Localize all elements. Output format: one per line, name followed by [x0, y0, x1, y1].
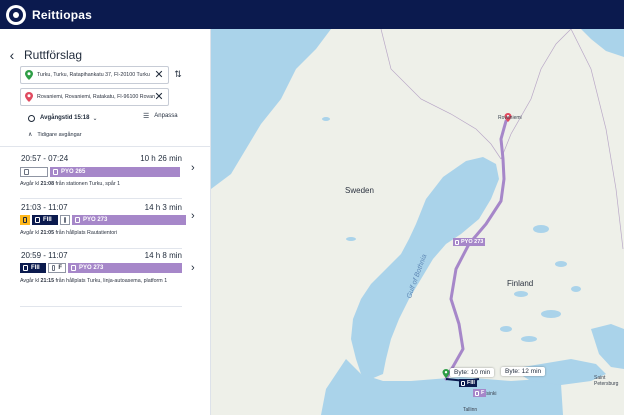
leg-bus: PYO 273 — [72, 215, 186, 225]
transfer-bubble-2[interactable]: Byte: 12 min — [501, 367, 546, 376]
route-details-chevron-icon[interactable]: › — [191, 162, 195, 174]
map-label-finland: Finland — [507, 279, 534, 288]
chevron-up-icon: ∧ — [28, 132, 33, 138]
to-field[interactable]: Rovaniemi, Rovaniemi, Ratakatu, FI-96100… — [20, 88, 169, 106]
leg-bus: PYO 265 — [50, 167, 180, 177]
transfer-bubble-1[interactable]: Byte: 10 min — [450, 368, 495, 377]
route-departure-info: Avgår kl 21:08 från stationen Turku, spå… — [20, 181, 121, 187]
clear-to-button[interactable]: ✕ — [153, 91, 165, 103]
chevron-down-icon[interactable]: ⌄ — [92, 115, 97, 122]
bus-icon — [24, 169, 29, 175]
leg-walk — [60, 215, 70, 225]
clear-from-button[interactable]: ✕ — [153, 69, 165, 81]
route-duration: 14 h 3 min — [144, 203, 182, 212]
bus-icon — [475, 390, 479, 396]
map-label-saint-petersburg: Saint Petersburg — [594, 375, 619, 387]
adjust-button[interactable]: ☰ Anpassa — [143, 112, 178, 120]
route-duration: 14 h 8 min — [144, 251, 182, 260]
destination-pin-icon — [25, 92, 33, 102]
leg-train: FIII — [20, 263, 46, 273]
leg-train: FIII — [32, 215, 58, 225]
earlier-departures-label: Tidigare avgångar — [37, 131, 82, 138]
leg-walk — [20, 167, 48, 177]
leg-walk: F — [48, 263, 66, 273]
route-departure-info: Avgår kl 21:15 från hållplats Turku, lin… — [20, 278, 168, 284]
map-train-label[interactable]: FIII — [459, 379, 477, 387]
top-bar: Reittiopas — [0, 0, 624, 29]
map-label-sweden: Sweden — [345, 186, 374, 195]
train-icon — [461, 380, 465, 386]
route-details-chevron-icon[interactable]: › — [191, 210, 195, 222]
route-times: 21:03 - 11:07 — [21, 203, 68, 212]
swap-direction-icon[interactable]: ⇅ — [172, 69, 184, 83]
bus-icon — [23, 217, 27, 223]
route-sidebar: ‹ Ruttförslag Turku, Turku, Ratapihankat… — [0, 29, 211, 415]
route-times: 20:57 - 07:24 — [21, 154, 69, 163]
route-legs: FIII PYO 273 — [20, 215, 188, 225]
matkahuolto-logo-icon[interactable] — [6, 4, 26, 25]
back-button[interactable]: ‹ — [6, 47, 18, 63]
route-duration: 10 h 26 min — [140, 154, 182, 163]
app-title[interactable]: Reittiopas — [32, 8, 92, 22]
route-legs: FIII F PYO 273 — [20, 263, 184, 273]
route-option-3[interactable]: 20:59 - 11:07 14 h 8 min FIII F PYO 273 … — [0, 249, 210, 307]
leg-bus: PYO 273 — [68, 263, 182, 273]
from-field[interactable]: Turku, Turku, Ratapihankatu 37, FI-20100… — [20, 66, 169, 84]
map-canvas[interactable] — [211, 29, 624, 415]
header-row: ‹ Ruttförslag — [6, 46, 82, 64]
map-walk-label[interactable]: F — [473, 389, 487, 397]
adjust-label: Anpassa — [154, 113, 178, 119]
map-view[interactable]: Rovaniemi Sweden Finland Gulf of Bothnia… — [211, 29, 624, 415]
map-label-rovaniemi: Rovaniemi — [498, 115, 522, 121]
origin-pin-icon — [25, 70, 33, 80]
sliders-icon: ☰ — [143, 113, 150, 120]
options-row: Avgångstid 15:18 ⌄ ☰ Anpassa — [28, 112, 188, 124]
map-bus-label[interactable]: PYO 273 — [453, 238, 486, 246]
route-divider — [20, 306, 182, 307]
bus-icon — [52, 265, 56, 271]
to-value[interactable]: Rovaniemi, Rovaniemi, Ratakatu, FI-96100… — [37, 94, 155, 100]
route-times: 20:59 - 11:07 — [21, 251, 68, 260]
route-option-1[interactable]: 20:57 - 07:24 10 h 26 min PYO 265 Avgår … — [0, 147, 210, 199]
clock-icon — [28, 114, 35, 122]
bus-icon — [71, 265, 76, 271]
route-details-chevron-icon[interactable]: › — [191, 262, 195, 274]
map-label-tallinn: Tallinn — [463, 407, 478, 413]
earlier-departures-button[interactable]: ∧ Tidigare avgångar — [28, 131, 82, 139]
route-departure-info: Avgår kl 21:05 från hållplats Rautatient… — [20, 230, 118, 236]
bus-icon — [53, 169, 58, 175]
route-legs: PYO 265 — [20, 167, 182, 177]
from-value[interactable]: Turku, Turku, Ratapihankatu 37, FI-20100… — [37, 72, 155, 78]
bus-icon — [455, 239, 459, 245]
train-icon — [35, 217, 40, 223]
bus-icon — [64, 217, 66, 223]
departure-time-selector[interactable]: Avgångstid 15:18 — [40, 115, 89, 121]
bus-icon — [75, 217, 80, 223]
page-title: Ruttförslag — [24, 48, 83, 62]
train-icon — [23, 265, 28, 271]
route-option-2[interactable]: 21:03 - 11:07 14 h 3 min FIII PYO 273 Av… — [0, 199, 210, 249]
leg-accent — [20, 215, 30, 225]
